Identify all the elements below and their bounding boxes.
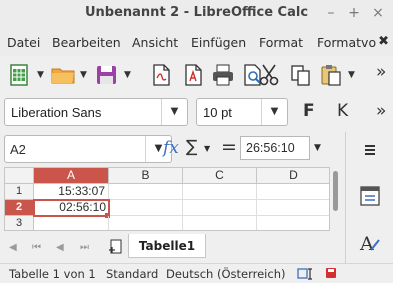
previous-sheet-icon[interactable]: ⏮ bbox=[32, 242, 41, 253]
column-header-a[interactable]: A bbox=[34, 168, 109, 184]
font-size-value: 10 pt bbox=[203, 105, 232, 120]
cell-d2[interactable] bbox=[257, 200, 329, 216]
name-box[interactable]: A2 ▼ bbox=[4, 135, 172, 163]
scrollbar-thumb[interactable] bbox=[333, 171, 338, 211]
row-header-2[interactable]: 2 bbox=[5, 200, 34, 216]
properties-icon[interactable] bbox=[358, 184, 382, 208]
column-header-c[interactable]: C bbox=[183, 168, 257, 184]
function-wizard-icon[interactable]: fx bbox=[163, 138, 179, 158]
menu-bearbeiten[interactable]: Bearbeiten bbox=[52, 35, 121, 50]
insert-mode-icon[interactable] bbox=[297, 267, 315, 283]
column-header-b[interactable]: B bbox=[109, 168, 183, 184]
select-all-corner[interactable] bbox=[5, 168, 34, 184]
formula-icon[interactable]: = bbox=[221, 136, 237, 158]
row-header-3[interactable]: 3 bbox=[5, 216, 34, 230]
column-header-d[interactable]: D bbox=[257, 168, 329, 184]
chevron-down-icon[interactable]: ▼ bbox=[204, 144, 210, 153]
toolbar-overflow-icon[interactable]: » bbox=[376, 62, 386, 82]
first-sheet-icon[interactable]: ◀ bbox=[9, 242, 17, 253]
font-size-combo[interactable]: 10 pt ▼ bbox=[196, 98, 288, 126]
chevron-down-icon[interactable]: ▼ bbox=[261, 99, 287, 125]
vertical-scrollbar[interactable] bbox=[330, 167, 342, 231]
sheet-info: Tabelle 1 von 1 bbox=[9, 267, 96, 281]
formula-input-value: 26:56:10 bbox=[246, 141, 295, 155]
chevron-down-icon[interactable]: ▼ bbox=[37, 70, 44, 80]
cut-icon[interactable] bbox=[256, 62, 282, 88]
cell-a2[interactable]: 02:56:10 bbox=[33, 199, 110, 217]
chevron-down-icon[interactable]: ▼ bbox=[124, 70, 131, 80]
bold-button[interactable]: F bbox=[303, 101, 315, 121]
add-sheet-icon[interactable] bbox=[108, 239, 124, 255]
status-bar: Tabelle 1 von 1 Standard Deutsch (Österr… bbox=[0, 263, 393, 283]
font-name-combo[interactable]: Liberation Sans ▼ bbox=[4, 98, 188, 126]
cell-b3[interactable] bbox=[109, 216, 183, 230]
sum-icon[interactable]: ∑ bbox=[186, 137, 197, 157]
cell-d1[interactable] bbox=[257, 184, 329, 200]
cell-b1[interactable] bbox=[109, 184, 183, 200]
menu-einfuegen[interactable]: Einfügen bbox=[191, 35, 246, 50]
paste-icon[interactable] bbox=[318, 62, 344, 88]
sidebar: A bbox=[345, 132, 393, 263]
standard-toolbar: ▼ ▼ ▼ ▼ » bbox=[0, 56, 393, 94]
spreadsheet-grid[interactable]: A B C D 1 2 3 15:33:07 02:56:10 bbox=[4, 167, 330, 231]
document-modified-icon[interactable] bbox=[325, 267, 337, 282]
sheet-tab-tabelle1[interactable]: Tabelle1 bbox=[128, 234, 206, 258]
formula-bar: A2 ▼ fx ∑ ▼ = 26:56:10 ▼ bbox=[0, 134, 345, 164]
chevron-down-icon[interactable]: ▼ bbox=[348, 70, 355, 80]
format-overflow-icon[interactable]: » bbox=[376, 101, 386, 121]
formula-input[interactable]: 26:56:10 bbox=[240, 136, 310, 160]
chevron-down-icon[interactable]: ▼ bbox=[161, 99, 187, 125]
cell-d3[interactable] bbox=[257, 216, 329, 230]
menu-formatvorlagen[interactable]: Formatvo bbox=[317, 35, 376, 50]
styles-icon[interactable]: A bbox=[358, 230, 382, 255]
menu-ansicht[interactable]: Ansicht bbox=[132, 35, 178, 50]
sheet-tab-bar: ◀ ⏮ ◀ ⏭ Tabelle1 bbox=[0, 234, 345, 262]
sidebar-menu-icon[interactable] bbox=[358, 138, 382, 162]
new-spreadsheet-icon[interactable] bbox=[6, 62, 32, 88]
open-folder-icon[interactable] bbox=[50, 62, 76, 88]
copy-icon[interactable] bbox=[288, 62, 314, 88]
cell-a3[interactable] bbox=[34, 216, 109, 230]
svg-text:A: A bbox=[359, 233, 374, 254]
menu-format[interactable]: Format bbox=[259, 35, 303, 50]
cell-c2[interactable] bbox=[183, 200, 257, 216]
formatting-toolbar: Liberation Sans ▼ 10 pt ▼ F K » bbox=[0, 96, 393, 132]
cell-b2[interactable] bbox=[110, 200, 183, 216]
print-icon[interactable] bbox=[210, 62, 236, 88]
language[interactable]: Deutsch (Österreich) bbox=[166, 267, 285, 281]
cell-c3[interactable] bbox=[183, 216, 257, 230]
row-header-1[interactable]: 1 bbox=[5, 184, 34, 200]
minimize-button[interactable]: – bbox=[322, 4, 340, 22]
expand-formula-bar-icon[interactable]: ▼ bbox=[314, 143, 321, 153]
pdf-icon[interactable] bbox=[180, 62, 206, 88]
next-sheet-icon[interactable]: ◀ bbox=[56, 242, 64, 253]
font-name-value: Liberation Sans bbox=[11, 105, 102, 120]
italic-button[interactable]: K bbox=[337, 101, 348, 121]
title-bar: Unbenannt 2 - LibreOffice Calc – + × bbox=[0, 0, 393, 28]
chevron-down-icon[interactable]: ▼ bbox=[80, 70, 87, 80]
menu-datei[interactable]: Datei bbox=[7, 35, 40, 50]
cell-a1[interactable]: 15:33:07 bbox=[34, 184, 109, 200]
export-pdf-icon[interactable] bbox=[148, 62, 174, 88]
cell-c1[interactable] bbox=[183, 184, 257, 200]
page-style[interactable]: Standard bbox=[106, 267, 158, 281]
close-button[interactable]: × bbox=[369, 4, 387, 22]
save-icon[interactable] bbox=[94, 62, 120, 88]
last-sheet-icon[interactable]: ⏭ bbox=[80, 242, 89, 253]
name-box-value: A2 bbox=[10, 142, 26, 157]
menu-bar: Datei Bearbeiten Ansicht Einfügen Format… bbox=[0, 28, 393, 56]
maximize-button[interactable]: + bbox=[345, 4, 363, 22]
close-document-icon[interactable]: ✖ bbox=[378, 34, 389, 49]
